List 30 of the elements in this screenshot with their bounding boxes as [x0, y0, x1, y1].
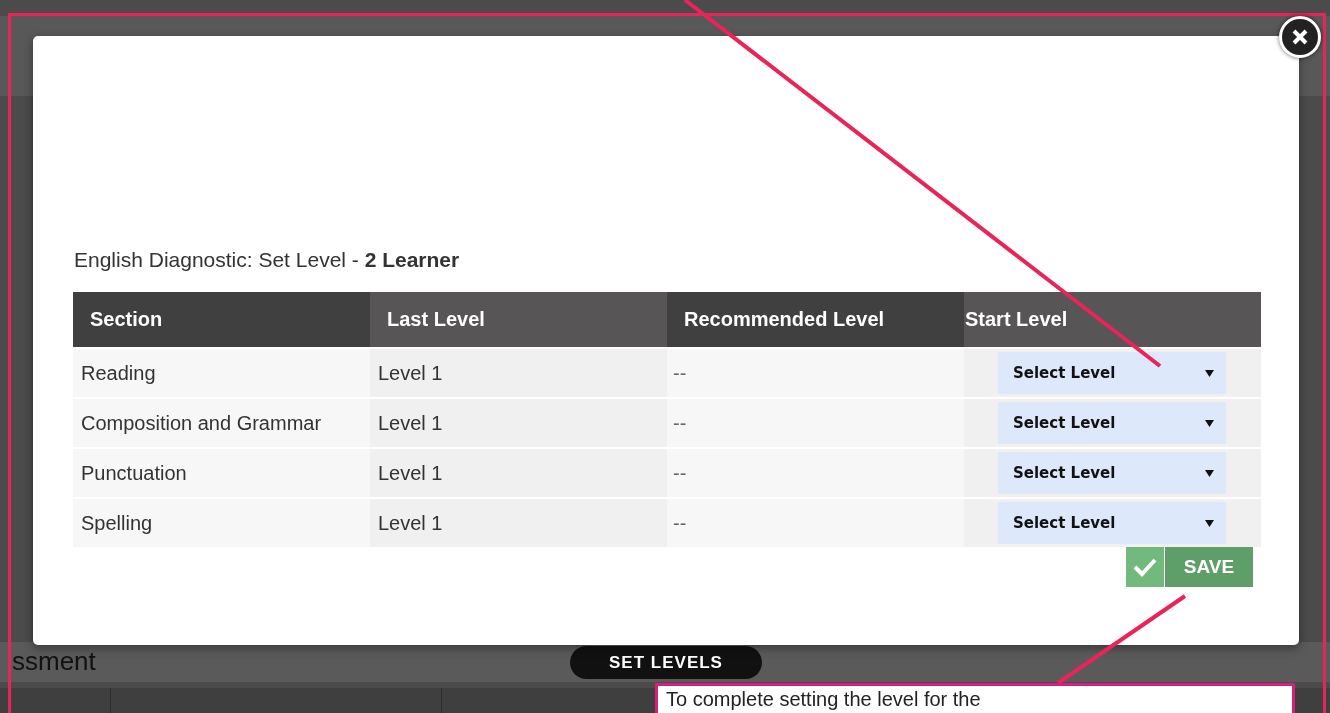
page-heading: ssment — [12, 646, 97, 676]
column-header: Last Level — [370, 292, 667, 347]
caret-icon — [1205, 368, 1214, 378]
callout-text: To complete setting the level for the — [655, 683, 1295, 713]
table-cell: Reading — [73, 349, 370, 397]
table-cell: Level 1 — [370, 499, 667, 547]
caret-icon — [1205, 468, 1214, 478]
column-header: Recommended Level — [667, 292, 964, 347]
dialog-title: English Diagnostic: Set Level - 2 Learner — [74, 248, 461, 272]
table-cell: Composition and Grammar — [73, 399, 370, 447]
close-icon — [1292, 29, 1308, 45]
column-header: Section — [73, 292, 370, 347]
level-dropdown[interactable]: Select Level — [998, 402, 1226, 444]
caret-icon — [1205, 418, 1214, 428]
table-cell: -- — [667, 349, 964, 397]
table-cell: -- — [667, 499, 964, 547]
caret-icon — [1205, 518, 1214, 528]
level-dropdown[interactable]: Select Level — [998, 502, 1226, 544]
level-dropdown[interactable]: Select Level — [998, 452, 1226, 494]
table-cell: -- — [667, 449, 964, 497]
table-cell: Spelling — [73, 499, 370, 547]
table-cell: -- — [667, 399, 964, 447]
column-header: Start Level — [964, 292, 1261, 347]
table-cell: Punctuation — [73, 449, 370, 497]
table-cell: Level 1 — [370, 349, 667, 397]
set-levels-button[interactable]: SET LEVELS — [570, 646, 762, 679]
table-cell: Level 1 — [370, 399, 667, 447]
table-cell: Level 1 — [370, 449, 667, 497]
checkmark-icon — [1133, 557, 1157, 577]
level-dropdown[interactable]: Select Level — [998, 352, 1226, 394]
